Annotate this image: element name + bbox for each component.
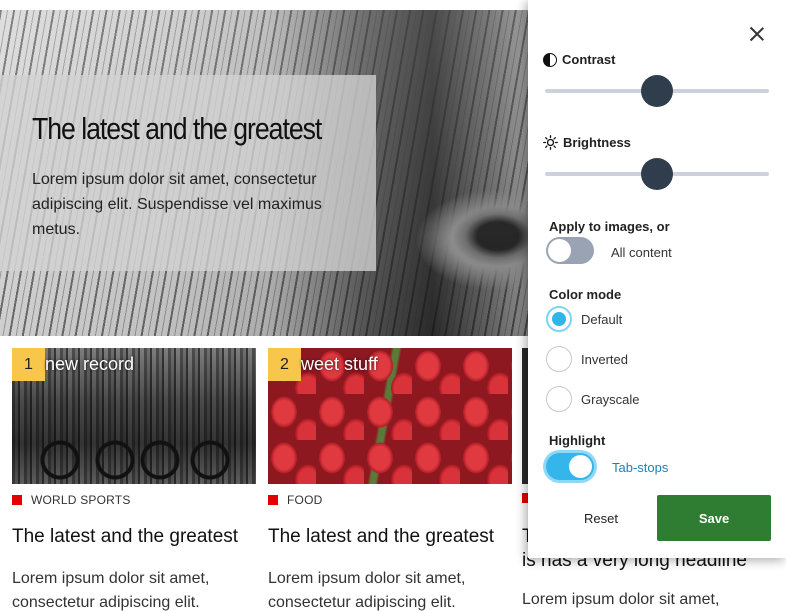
- article-excerpt: Lorem ipsum dolor sit amet,: [522, 591, 720, 608]
- contrast-icon: [543, 52, 557, 67]
- radio-grayscale[interactable]: [546, 386, 572, 412]
- category-marker: [12, 495, 22, 505]
- sun-icon: [543, 135, 558, 150]
- image-caption: new record: [45, 354, 135, 374]
- category-marker: [268, 495, 278, 505]
- rank-badge: 2: [268, 348, 301, 381]
- radio-inverted[interactable]: [546, 346, 572, 372]
- brightness-label-row: Brightness: [543, 135, 631, 150]
- article-card[interactable]: 2 weet stuff FOOD The latest and the gre…: [268, 348, 512, 611]
- all-content-toggle[interactable]: [546, 237, 594, 264]
- hero-title: The latest and the greatest: [32, 111, 322, 146]
- category: FOOD: [268, 493, 322, 507]
- hero-text: Lorem ipsum dolor sit amet, consectetur …: [32, 171, 322, 238]
- tab-stops-toggle[interactable]: [546, 453, 594, 480]
- color-mode-label: Color mode: [549, 287, 622, 302]
- category-label: WORLD SPORTS: [31, 493, 131, 507]
- contrast-slider[interactable]: [545, 75, 769, 107]
- article-image-cyclists: 1 new record: [12, 348, 256, 484]
- brightness-label: Brightness: [563, 135, 631, 150]
- highlight-label: Highlight: [549, 433, 606, 448]
- article-title[interactable]: The latest and the greatest: [268, 526, 494, 548]
- reset-button[interactable]: Reset: [546, 495, 656, 541]
- brightness-slider[interactable]: [545, 158, 769, 190]
- image-caption: weet stuff: [301, 354, 378, 374]
- radio-grayscale-label: Grayscale: [581, 392, 640, 407]
- contrast-label: Contrast: [562, 52, 616, 67]
- article-card[interactable]: 1 new record WORLD SPORTS The latest and…: [12, 348, 256, 611]
- radio-default-label: Default: [581, 312, 623, 327]
- article-image-strawberries: 2 weet stuff: [268, 348, 512, 484]
- toggle-knob: [569, 455, 592, 478]
- slider-thumb[interactable]: [641, 75, 673, 107]
- apply-label: Apply to images, or: [549, 219, 670, 234]
- contrast-label-row: Contrast: [543, 52, 615, 67]
- tab-stops-label: Tab-stops: [612, 460, 669, 475]
- toggle-knob: [548, 239, 571, 262]
- rank-badge: 1: [12, 348, 45, 381]
- article-excerpt: Lorem ipsum dolor sit amet, consectetur …: [12, 570, 210, 611]
- article-title[interactable]: The latest and the greatest: [12, 526, 238, 548]
- close-icon[interactable]: [747, 24, 767, 44]
- category-label: FOOD: [287, 493, 323, 507]
- slider-thumb[interactable]: [641, 158, 673, 190]
- accessibility-panel: Contrast Brightness Apply to images, or …: [528, 0, 786, 558]
- radio-inverted-label: Inverted: [581, 352, 628, 367]
- all-content-label: All content: [611, 245, 672, 260]
- category: WORLD SPORTS: [12, 493, 131, 507]
- save-button[interactable]: Save: [657, 495, 771, 541]
- hero-caption-box: The latest and the greatest Lorem ipsum …: [0, 75, 376, 271]
- article-excerpt: Lorem ipsum dolor sit amet, consectetur …: [268, 570, 466, 611]
- radio-default[interactable]: [546, 306, 572, 332]
